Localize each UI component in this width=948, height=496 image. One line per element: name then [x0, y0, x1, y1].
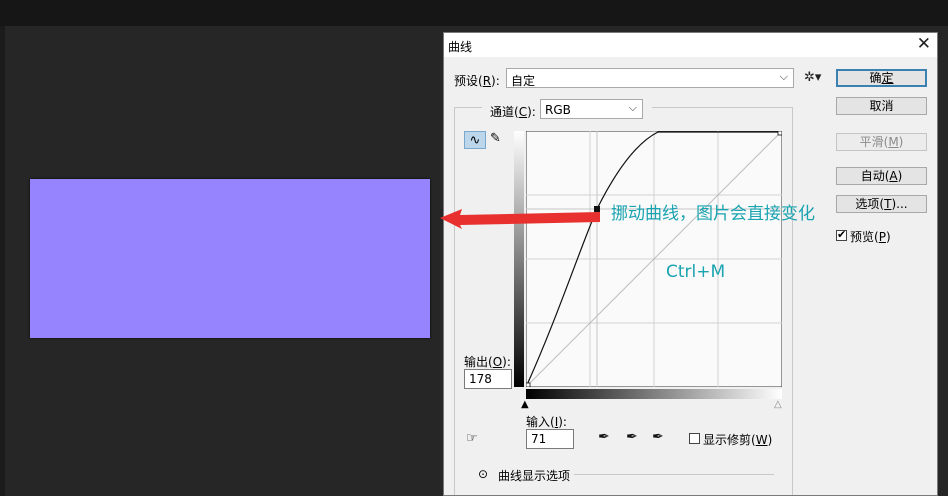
channel-select[interactable]: RGB ⌵ — [540, 99, 643, 119]
input-gradient-bar — [526, 389, 782, 399]
curve-endpoint-black[interactable] — [526, 382, 531, 387]
show-clipping-checkbox[interactable] — [689, 433, 700, 444]
preset-select[interactable]: 自定 ⌵ — [506, 68, 794, 88]
hand-adjust-icon[interactable]: ☞ — [466, 431, 478, 446]
annotation-text: 挪动曲线，图片会直接变化 — [611, 204, 815, 224]
preset-value: 自定 — [511, 74, 536, 88]
group-border-left — [454, 107, 455, 495]
curve-graph[interactable] — [526, 131, 782, 387]
white-point-slider[interactable]: △ — [774, 399, 782, 410]
preview-checkbox[interactable]: ✔ — [836, 228, 847, 241]
dialog-title: 曲线 — [448, 40, 473, 54]
gear-icon[interactable]: ✲▾ — [804, 70, 821, 85]
check-icon: ✔ — [837, 228, 847, 241]
pencil-icon[interactable]: ✎ — [490, 131, 501, 146]
input-label: 输入(I): — [526, 415, 567, 429]
ok-button[interactable]: 确定 — [836, 69, 927, 87]
cancel-button[interactable]: 取消 — [836, 97, 927, 115]
group-border-right — [792, 107, 793, 495]
output-value-field[interactable]: 178 — [464, 369, 512, 389]
preset-label: 预设(R): — [454, 74, 500, 88]
top-bar — [0, 0, 948, 26]
black-point-slider[interactable]: ▲ — [521, 399, 529, 410]
document-image — [30, 179, 430, 338]
auto-button[interactable]: 自动(A) — [836, 167, 927, 185]
black-eyedropper-icon[interactable]: ✒ — [598, 429, 610, 445]
preview-label: 预览(P) — [850, 230, 891, 244]
channel-value: RGB — [545, 103, 571, 117]
group-border-top-left — [454, 107, 482, 108]
white-eyedropper-icon[interactable]: ✒ — [652, 429, 664, 445]
curve-point-tool-icon[interactable]: ∿ — [464, 131, 486, 149]
close-icon[interactable]: ✕ — [917, 34, 931, 54]
output-gradient-bar — [514, 131, 524, 387]
output-label: 输出(O): — [464, 355, 511, 369]
expand-options-icon[interactable]: ⊙ — [478, 467, 488, 481]
options-divider — [574, 474, 774, 475]
smooth-button: 平滑(M) — [836, 133, 927, 151]
curve-endpoint-white[interactable] — [777, 131, 782, 136]
chevron-down-icon: ⌵ — [628, 101, 637, 114]
curve-display-options-label: 曲线显示选项 — [498, 469, 571, 483]
chevron-down-icon: ⌵ — [779, 70, 788, 83]
dialog-titlebar: 曲线 ✕ — [444, 33, 937, 57]
channel-label: 通道(C): — [490, 105, 536, 119]
gray-eyedropper-icon[interactable]: ✒ — [626, 429, 638, 445]
group-border-top-right — [652, 107, 792, 108]
curve-control-point[interactable] — [594, 206, 600, 212]
options-button[interactable]: 选项(T)... — [836, 195, 927, 213]
shortcut-annotation: Ctrl+M — [666, 262, 726, 282]
show-clipping-label: 显示修剪(W) — [703, 433, 773, 447]
input-value-field[interactable]: 71 — [526, 429, 574, 449]
